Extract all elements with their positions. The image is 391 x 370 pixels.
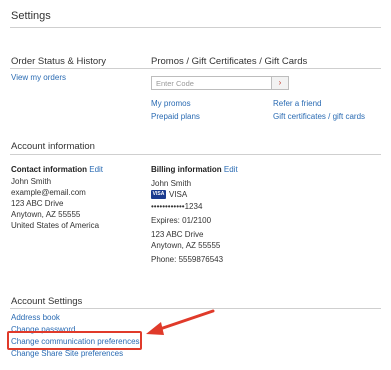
card-number: ••••••••••••1234 [151,202,203,211]
arrow-icon [146,309,215,335]
promo-code-input[interactable] [152,77,274,89]
contact-street: 123 ABC Drive [11,199,64,208]
order-status-heading: Order Status & History [11,56,107,67]
my-promos-link[interactable]: My promos [151,98,191,109]
title-divider [10,27,381,28]
card-brand-row: VISA VISA [151,189,187,200]
section-divider-orders [10,68,381,69]
highlight-box [7,331,142,350]
visa-card-icon: VISA [151,190,166,200]
edit-contact-link[interactable]: Edit [89,165,103,174]
contact-name: John Smith [11,177,52,186]
chevron-right-icon: › [278,78,282,87]
billing-name: John Smith [151,179,192,188]
contact-city: Anytown, AZ 55555 [11,210,81,219]
account-settings-heading: Account Settings [11,296,83,307]
promos-heading: Promos / Gift Certificates / Gift Cards [151,56,308,67]
card-brand: VISA [169,190,188,199]
card-expires: Expires: 01/2100 [151,216,212,225]
contact-info-label: Contact information [11,165,87,174]
billing-phone: Phone: 5559876543 [151,255,224,264]
view-orders-link[interactable]: View my orders [11,72,66,83]
contact-email: example@email.com [11,188,86,197]
billing-info-label: Billing information [151,165,222,174]
promo-submit-button[interactable]: › [271,77,288,89]
contact-info-header: Contact information Edit [11,164,103,175]
contact-country: United States of America [11,221,100,230]
page-title: Settings [11,10,51,22]
billing-info-header: Billing information Edit [151,164,238,175]
billing-street: 123 ABC Drive [151,230,204,239]
prepaid-plans-link[interactable]: Prepaid plans [151,111,200,122]
account-info-heading: Account information [11,141,95,152]
address-book-link[interactable]: Address book [11,312,60,323]
gift-certificates-link[interactable]: Gift certificates / gift cards [273,111,365,122]
section-divider-account [10,154,381,155]
billing-city: Anytown, AZ 55555 [151,241,221,250]
promo-code-field: › [151,76,289,90]
edit-billing-link[interactable]: Edit [224,165,238,174]
refer-friend-link[interactable]: Refer a friend [273,98,321,109]
